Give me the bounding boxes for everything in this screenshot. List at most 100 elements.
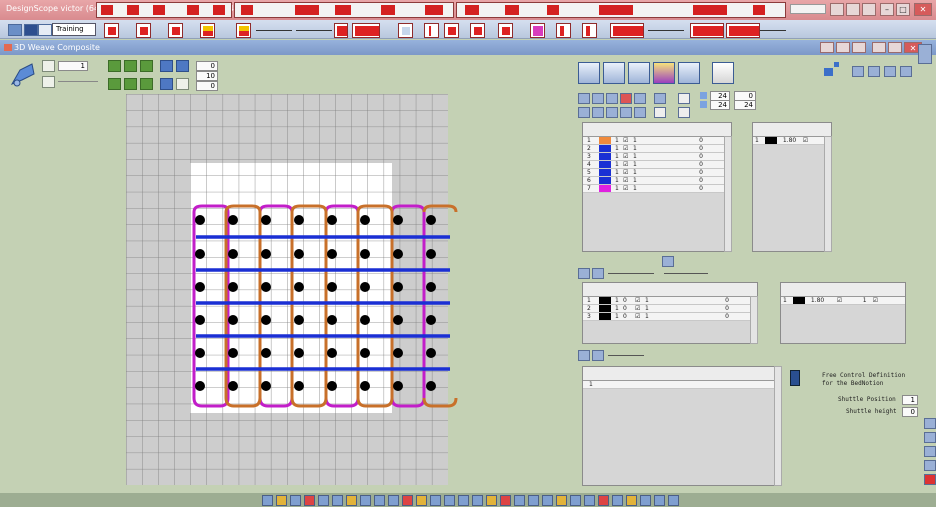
bottom-tool-icon[interactable] xyxy=(388,495,399,506)
row-check[interactable]: ☑ xyxy=(635,305,645,313)
params-row[interactable]: 1 1.80 ☑ xyxy=(753,137,831,145)
row-check[interactable]: ☑ xyxy=(623,137,633,145)
title-combo[interactable] xyxy=(790,4,826,14)
value-field[interactable]: 0 xyxy=(196,61,218,71)
bottom-tool-icon[interactable] xyxy=(402,495,413,506)
pattern-cell-icon[interactable] xyxy=(530,23,545,38)
row-value[interactable]: 0 xyxy=(683,153,703,161)
weft-table-row[interactable]: 4 1 ☑ 1 0 xyxy=(583,161,731,169)
row-check[interactable]: ☑ xyxy=(623,145,633,153)
bottom-tool-icon[interactable] xyxy=(640,495,651,506)
pattern-strip-1[interactable] xyxy=(96,2,232,18)
window-tool-icon[interactable] xyxy=(836,42,850,53)
layout-button[interactable] xyxy=(852,66,864,77)
row-value[interactable]: 1.80 xyxy=(779,137,801,145)
slider[interactable] xyxy=(608,355,644,356)
shuttle-position-field[interactable]: 1 xyxy=(902,395,918,405)
row-a[interactable]: 1 xyxy=(611,305,623,313)
grid-icon[interactable] xyxy=(124,60,137,72)
row-a[interactable]: 1 xyxy=(611,161,623,169)
color-swatch[interactable] xyxy=(599,137,611,144)
training-combo[interactable]: Training xyxy=(52,23,96,36)
grid-icon[interactable] xyxy=(124,78,137,90)
pattern-cell-icon[interactable] xyxy=(352,23,380,38)
row-value[interactable]: 0 xyxy=(683,185,703,193)
dock-close-icon[interactable] xyxy=(924,474,936,485)
row-a[interactable]: 1 xyxy=(611,169,623,177)
shuttle-height-field[interactable]: 0 xyxy=(902,407,918,417)
row-b[interactable]: 1 xyxy=(633,153,683,161)
tool-button[interactable] xyxy=(578,93,590,104)
value-field[interactable]: 1 xyxy=(58,61,88,71)
weft-button[interactable] xyxy=(628,62,650,84)
tool-button[interactable] xyxy=(678,107,690,118)
pattern-cell-icon[interactable] xyxy=(610,23,644,38)
row-c[interactable]: 1 xyxy=(645,297,715,305)
pattern-cell-icon[interactable] xyxy=(470,23,485,38)
layout-icon[interactable] xyxy=(8,24,22,36)
view-icon[interactable] xyxy=(42,60,55,72)
row-b[interactable]: 1 xyxy=(633,177,683,185)
tool-button[interactable] xyxy=(592,93,604,104)
row-value[interactable]: 0 xyxy=(683,177,703,185)
tool-button[interactable] xyxy=(578,268,590,279)
dock-icon[interactable] xyxy=(924,446,936,457)
grid-icon[interactable] xyxy=(140,78,153,90)
tool-button[interactable] xyxy=(654,107,666,118)
view-3d-button[interactable] xyxy=(578,62,600,84)
weft-table-row[interactable]: 6 1 ☑ 1 0 xyxy=(583,177,731,185)
warp-button[interactable] xyxy=(603,62,625,84)
row-value[interactable]: 0 xyxy=(683,161,703,169)
pattern-cell-icon[interactable] xyxy=(556,23,571,38)
bottom-scrollbar[interactable] xyxy=(774,366,782,486)
pattern-cell-icon[interactable] xyxy=(200,23,215,38)
weft-scrollbar[interactable] xyxy=(724,136,732,252)
dock-icon[interactable] xyxy=(924,432,936,443)
window-minimize-button[interactable] xyxy=(872,42,886,53)
weft-table-row[interactable]: 3 1 ☑ 1 0 xyxy=(583,153,731,161)
title-tool-icon[interactable] xyxy=(862,3,876,16)
color-swatch[interactable] xyxy=(599,169,611,176)
row-check[interactable]: ☑ xyxy=(635,313,645,321)
row-value[interactable]: 0 xyxy=(683,137,703,145)
grid-icon[interactable] xyxy=(108,78,121,90)
bottom-tool-icon[interactable] xyxy=(276,495,287,506)
tool-icon[interactable] xyxy=(160,60,173,72)
bottom-tool-icon[interactable] xyxy=(318,495,329,506)
link-button[interactable] xyxy=(678,62,700,84)
title-tool-icon[interactable] xyxy=(846,3,860,16)
color-swatch[interactable] xyxy=(599,297,611,304)
window-tool-icon[interactable] xyxy=(852,42,866,53)
row-b[interactable]: 0 xyxy=(623,297,635,305)
row-value[interactable]: 0 xyxy=(683,145,703,153)
row-a[interactable]: 1 xyxy=(611,313,623,321)
warp-table-row[interactable]: 2 1 0 ☑ 1 0 xyxy=(583,305,757,313)
pattern-strip-2[interactable] xyxy=(234,2,454,18)
row-check[interactable]: ☑ xyxy=(623,177,633,185)
grid-icon[interactable] xyxy=(140,60,153,72)
row-b[interactable]: 1 xyxy=(633,145,683,153)
pattern-cell-icon[interactable] xyxy=(104,23,119,38)
row-check[interactable]: ☑ xyxy=(635,297,645,305)
camera-icon[interactable] xyxy=(8,60,36,88)
row-check[interactable]: ☑ xyxy=(623,169,633,177)
bottom-tool-icon[interactable] xyxy=(416,495,427,506)
row-a[interactable]: 1 xyxy=(611,177,623,185)
tool-button[interactable] xyxy=(678,93,690,104)
grid-icon[interactable] xyxy=(108,60,121,72)
pattern-cell-icon[interactable] xyxy=(582,23,597,38)
color-swatch[interactable] xyxy=(599,161,611,168)
tool-button[interactable] xyxy=(578,350,590,361)
pattern-cell-icon[interactable] xyxy=(168,23,183,38)
row-a[interactable]: 1 xyxy=(611,297,623,305)
bottom-tool-icon[interactable] xyxy=(626,495,637,506)
bottom-tool-icon[interactable] xyxy=(500,495,511,506)
row-value[interactable]: 0 xyxy=(715,305,729,313)
coord-field[interactable]: 24 xyxy=(734,100,756,110)
warp-table-row[interactable]: 1 1 0 ☑ 1 0 xyxy=(583,297,757,305)
minimize-button[interactable]: – xyxy=(880,3,894,16)
color-swatch[interactable] xyxy=(599,313,611,320)
bottom-tool-icon[interactable] xyxy=(668,495,679,506)
tool-button[interactable] xyxy=(620,107,632,118)
bottom-tool-icon[interactable] xyxy=(528,495,539,506)
